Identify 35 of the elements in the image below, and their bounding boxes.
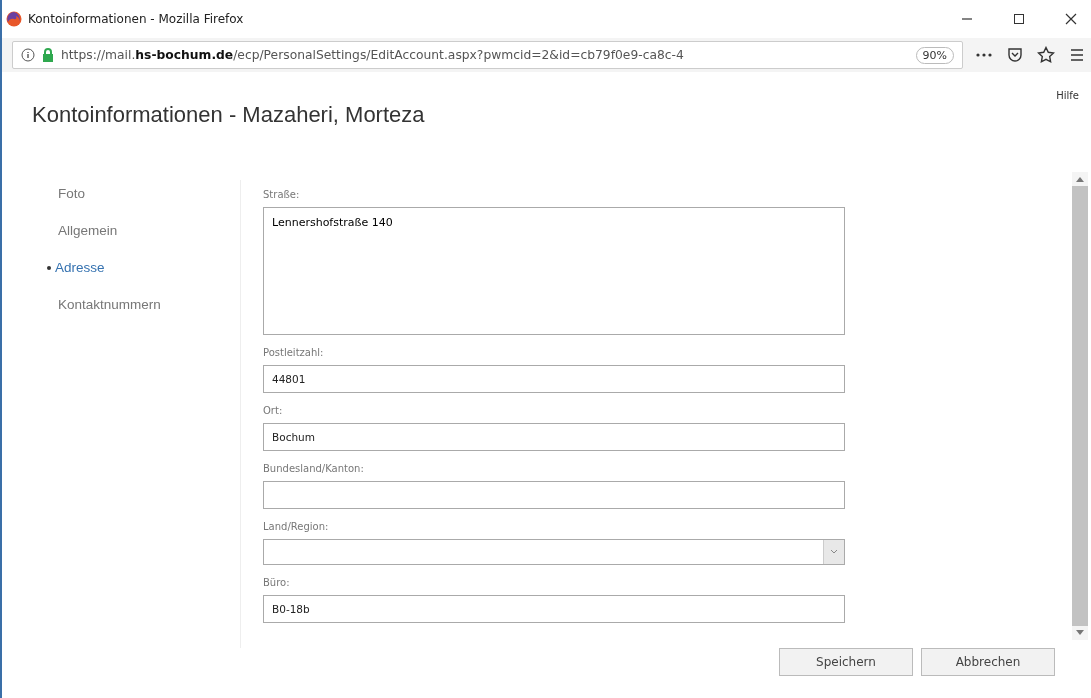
maximize-icon[interactable] — [1013, 13, 1025, 25]
scroll-down-icon[interactable] — [1076, 630, 1084, 636]
sidebar-item[interactable]: Adresse — [32, 260, 240, 275]
url-text: https://mail.hs-bochum.de/ecp/PersonalSettings/EditAccount.aspx?pwmcid=2&id=cb79f0e9-ca8c-4 — [61, 48, 685, 62]
lock-icon[interactable] — [41, 48, 55, 62]
field-label: Büro: — [263, 577, 291, 588]
page-title: Kontoinformationen - Mazaheri, Morteza — [32, 102, 425, 128]
sidebar-item[interactable]: Kontaktnummern — [32, 297, 240, 312]
input-field[interactable]: B0-18b — [263, 595, 845, 623]
sidebar-item[interactable]: Allgemein — [32, 223, 240, 238]
field-label: Straße: — [263, 189, 301, 200]
browser-logo-icon — [6, 11, 22, 27]
bullet-icon — [47, 265, 51, 270]
field-label: Bundesland/Kanton: — [263, 463, 365, 474]
action-button[interactable]: Abbrechen — [921, 648, 1055, 676]
star-icon[interactable] — [1037, 46, 1055, 64]
info-icon[interactable] — [21, 48, 35, 62]
input-field[interactable] — [263, 481, 845, 509]
menu-icon[interactable] — [1069, 48, 1085, 62]
field-label: Land/Region: — [263, 521, 330, 532]
help-link[interactable]: Hilfe — [1056, 90, 1079, 101]
text-area[interactable]: Lennershofstraße 140 — [263, 207, 845, 335]
action-button[interactable]: Speichern — [779, 648, 913, 676]
shield-icon[interactable] — [1007, 47, 1023, 63]
window-title: Kontoinformationen - Mozilla Firefox — [28, 12, 245, 26]
field-label: Postleitzahl: — [263, 347, 325, 358]
input-field[interactable]: Bochum — [263, 423, 845, 451]
address-field[interactable]: https://mail.hs-bochum.de/ecp/PersonalSettings/EditAccount.aspx?pwmcid=2&id=cb79f0e9-ca8c-4 90% — [12, 41, 963, 69]
scrollbar-thumb[interactable] — [1072, 186, 1088, 626]
dropdown-field[interactable] — [263, 539, 845, 565]
field-label: Ort: — [263, 405, 284, 416]
input-field[interactable]: 44801 — [263, 365, 845, 393]
close-icon[interactable] — [1065, 13, 1077, 25]
scroll-up-icon[interactable] — [1076, 176, 1084, 182]
sidebar-item[interactable]: Foto — [32, 186, 240, 201]
